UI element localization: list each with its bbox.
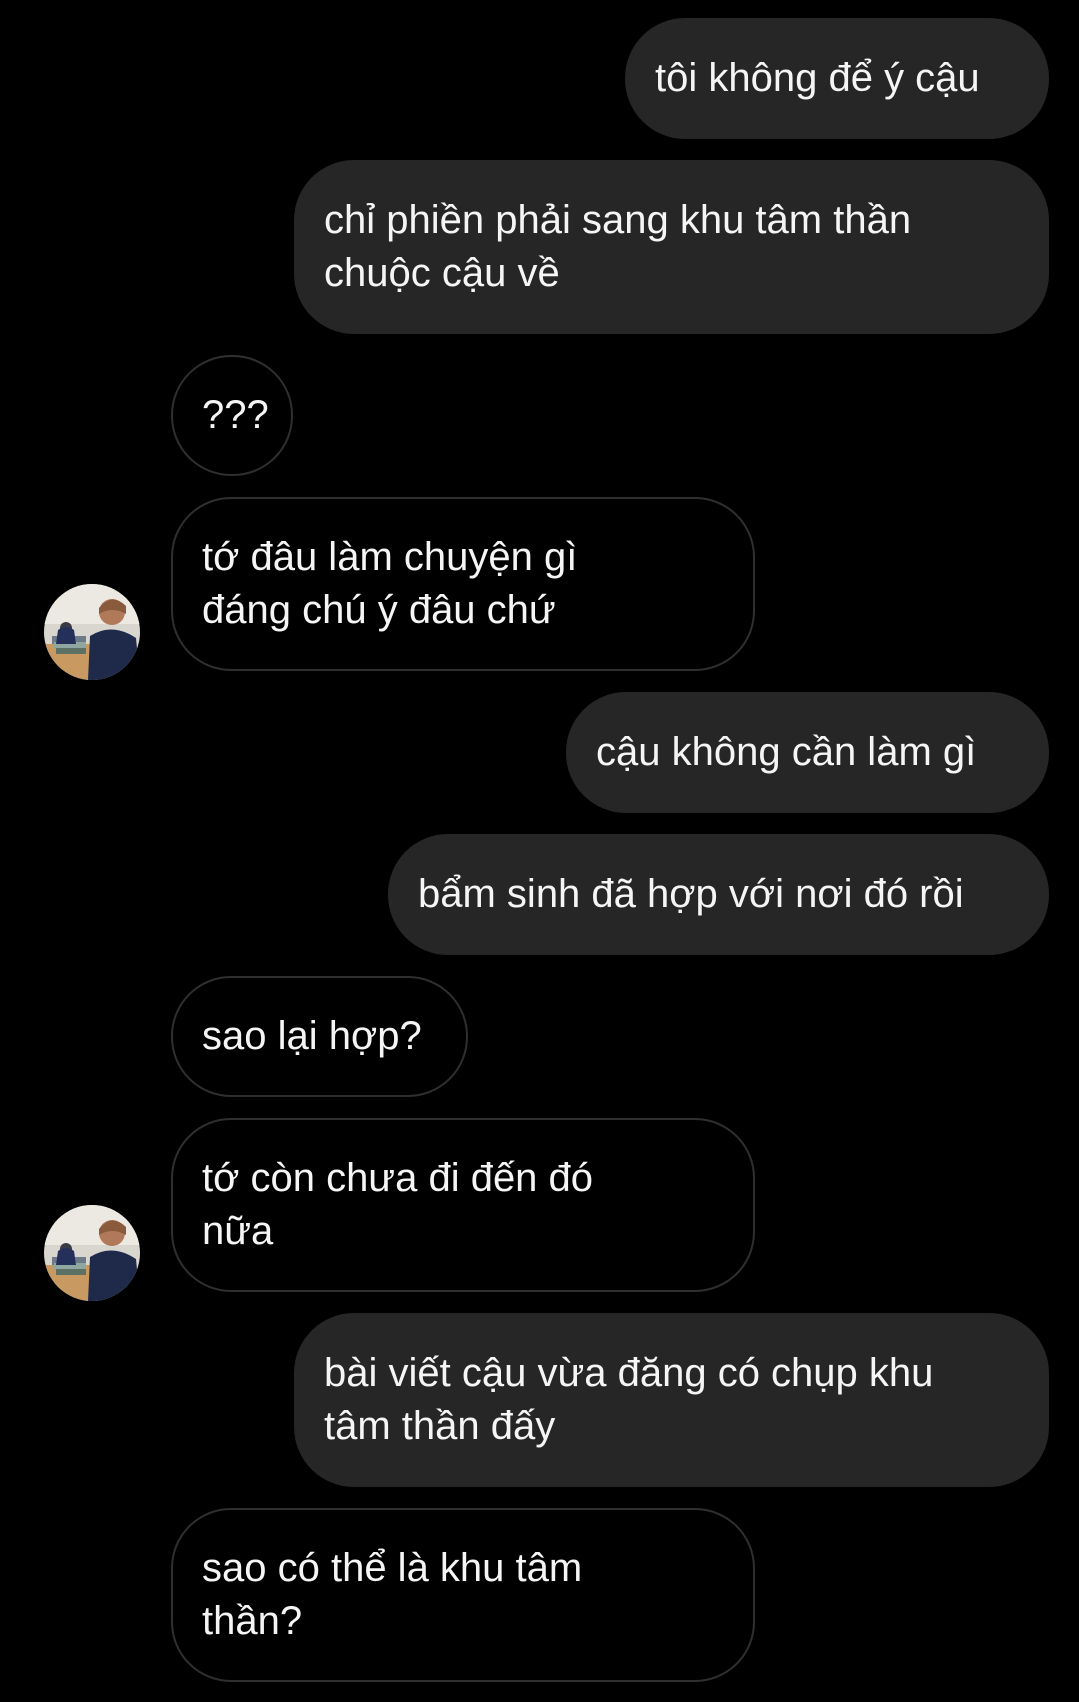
message-bubble-sent[interactable]: cậu không cần làm gì [566,692,1049,813]
avatar-photo-icon [44,1205,140,1301]
message-bubble-received[interactable]: sao có thể là khu tâm thần? [171,1508,755,1682]
message-bubble-received[interactable]: sao lại hợp? [171,976,468,1097]
message-bubble-sent[interactable]: bài viết cậu vừa đăng có chụp khu tâm th… [294,1313,1049,1487]
message-bubble-sent[interactable]: chỉ phiền phải sang khu tâm thần chuộc c… [294,160,1049,334]
message-bubble-received[interactable]: tớ đâu làm chuyện gì đáng chú ý đâu chứ [171,497,755,671]
message-bubble-received[interactable]: tớ còn chưa đi đến đó nữa [171,1118,755,1292]
contact-avatar[interactable] [44,584,140,680]
message-bubble-received[interactable]: ??? [171,355,293,476]
contact-avatar[interactable] [44,1205,140,1301]
avatar-photo-icon [44,584,140,680]
message-bubble-sent[interactable]: bẩm sinh đã hợp với nơi đó rồi [388,834,1049,955]
message-bubble-sent[interactable]: tôi không để ý cậu [625,18,1049,139]
